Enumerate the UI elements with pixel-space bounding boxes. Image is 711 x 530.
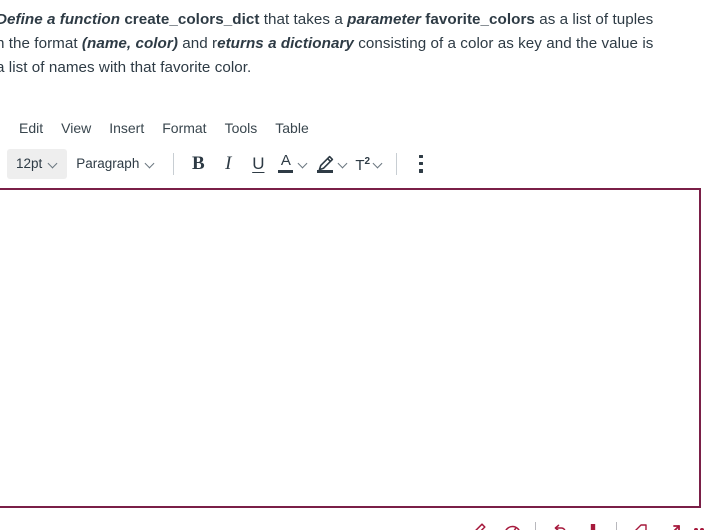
superscript-icon: T2 [355,153,370,175]
toolbar-divider [396,152,398,175]
formatting-toolbar: 12pt Paragraph B I U A T2 [0,147,436,180]
italic-icon: I [225,153,232,174]
font-size-value: 12pt [16,156,43,171]
prompt-line-2: n the format (name, color) and returns a… [0,32,711,56]
text-color-letter: A [280,151,291,169]
chevron-down-icon[interactable] [374,159,383,168]
menu-item-tools[interactable]: Tools [216,117,267,139]
expand-fullscreen-button[interactable] [657,519,691,530]
prompt-line2-segment-format: n the format [0,35,82,52]
prompt-line-1: Define a function create_colors_dict tha… [0,8,711,32]
font-size-select[interactable]: 12pt [7,148,68,179]
chevron-down-icon[interactable] [299,159,308,168]
block-format-value: Paragraph [76,156,140,171]
gauge-meter-button[interactable] [495,519,529,530]
highlighter-pen-icon [315,154,335,174]
prompt-line2-segment-tuple: (name, color) [81,35,178,52]
insert-element-button[interactable] [576,519,610,530]
block-format-select[interactable]: Paragraph [67,149,164,179]
kebab-menu-icon [419,154,423,173]
prompt-line1-segment-define: Define a function [0,11,125,28]
menu-item-format[interactable]: Format [153,117,215,139]
superscript-exponent: 2 [364,155,371,167]
text-color-button[interactable]: A [273,149,312,179]
prompt-line1-segment-funcname: create_colors_dict [124,11,260,28]
superscript-formats-button[interactable]: T2 [352,149,387,179]
rich-text-editor-body[interactable] [0,188,701,508]
chevron-down-icon [146,159,155,168]
text-color-swatch [278,169,294,173]
editor-footer-bar [0,512,711,530]
question-prompt-text: Define a function create_colors_dict tha… [0,8,711,80]
kebab-dot [419,161,423,166]
toolbar-divider [173,152,175,175]
prompt-line2-segment-and: and r [177,35,218,52]
kebab-dot [419,169,423,173]
footer-actions [461,519,707,530]
superscript-base: T [355,156,365,174]
underline-icon: U [252,154,265,173]
prompt-line1-segment-parameter: parameter [347,11,426,28]
prompt-line1-segment-that-takes: that takes a [259,11,348,28]
more-options-button[interactable] [406,149,436,179]
prompt-line2-segment-returns: eturns a dictionary [217,35,354,52]
editor-caret [10,202,11,220]
chevron-down-icon [49,159,58,168]
highlight-color-swatch [317,169,334,173]
prompt-line2-segment-tail: consisting of a color as key and the val… [353,35,654,52]
bold-button[interactable]: B [183,149,213,179]
text-color-icon: A [276,151,295,174]
kebab-dot [419,154,423,158]
editor-content[interactable] [0,190,699,210]
prompt-line1-segment-paramname: favorite_colors [425,11,535,28]
italic-button[interactable]: I [213,149,243,179]
menu-item-insert[interactable]: Insert [100,117,153,139]
menu-item-edit[interactable]: Edit [10,117,52,139]
footer-more-icon[interactable] [691,522,707,530]
undo-button[interactable] [542,519,576,530]
tag-button[interactable] [623,519,657,530]
prompt-line3-segment: a list of names with that favorite color… [0,59,252,76]
chevron-down-icon[interactable] [339,159,348,168]
editor-page: Define a function create_colors_dict tha… [0,0,711,530]
footer-divider [535,522,536,530]
highlight-color-button[interactable] [312,149,352,179]
menu-item-table[interactable]: Table [266,117,317,139]
menu-bar: Edit View Insert Format Tools Table [0,114,318,142]
underline-button[interactable]: U [243,149,273,179]
footer-divider [616,522,617,530]
pencil-button[interactable] [461,519,495,530]
prompt-line-3: a list of names with that favorite color… [0,56,711,80]
bold-icon: B [191,153,205,174]
menu-item-view[interactable]: View [52,117,100,139]
prompt-line1-segment-tail: as a list of tuples [534,11,654,28]
